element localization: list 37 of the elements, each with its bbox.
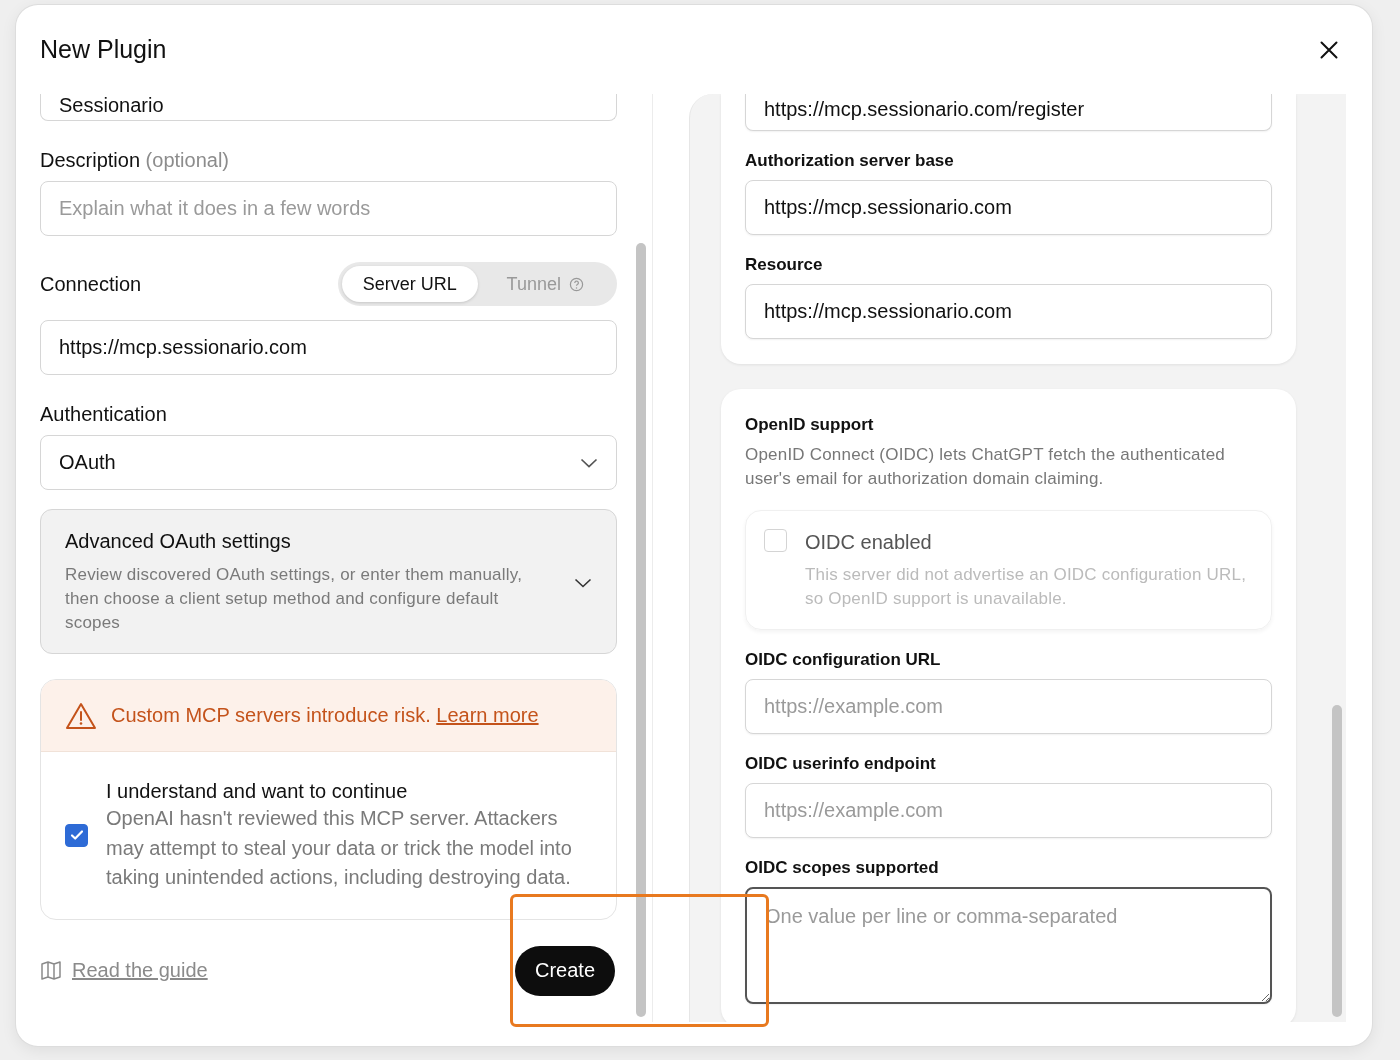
option-label: OIDC enabled — [805, 530, 933, 555]
checkbox[interactable] — [65, 823, 88, 847]
warning-text: Custom MCP servers introduce risk. Learn more — [111, 704, 539, 727]
field-label: Authorization server base — [745, 151, 955, 171]
field-label: Authentication — [40, 402, 168, 426]
create-button[interactable]: Create — [515, 945, 615, 996]
dialog-title: New Plugin — [40, 35, 167, 64]
authentication-dropdown[interactable]: OAuth — [40, 435, 617, 490]
consent-title: I understand and want to continue — [106, 779, 409, 804]
section-description: OpenID Connect (OIDC) lets ChatGPT fetch the authenticated user's email for authorization domain claiming. — [745, 444, 1226, 490]
panel-description: Review discovered OAuth settings, or enter them manually, then choose a client setup method and configure default scopes — [65, 564, 524, 634]
warning-icon — [65, 701, 97, 730]
consent-description: OpenAI hasn't reviewed this MCP server. Attackers may attempt to steal your data or trick the model into taking unintended actions, including destroying data. — [106, 806, 573, 891]
field-label: Connection — [40, 272, 142, 296]
connection-tab[interactable]: Server URL — [342, 266, 478, 302]
field-label: OIDC configuration URL — [745, 650, 942, 670]
name-field[interactable]: Sessionario — [40, 94, 617, 121]
url-field[interactable]: https://example.com — [745, 783, 1272, 838]
url-field[interactable]: https://mcp.sessionario.com — [745, 180, 1272, 235]
panel-title: Advanced OAuth settings — [65, 530, 292, 553]
help-icon — [568, 276, 584, 292]
field-label: OIDC userinfo endpoint — [745, 754, 937, 774]
url-field[interactable]: https://mcp.sessionario.com/register — [745, 94, 1272, 131]
advanced-settings-panel[interactable]: Advanced OAuth settings Review discovered OAuth settings, or enter them manually, then choose a client setup method and configure default scopes — [40, 509, 617, 654]
chevron-down-icon — [580, 457, 598, 468]
option-description: This server did not advertise an OIDC configuration URL, so OpenID support is unavailable. — [805, 564, 1248, 610]
field-label: Description (optional) — [40, 148, 230, 172]
close-icon — [1320, 40, 1338, 59]
book-icon — [40, 960, 62, 981]
description-field[interactable]: Explain what it does in a few words — [40, 181, 617, 236]
url-field[interactable]: https://example.com — [745, 679, 1272, 734]
server-url-field[interactable]: https://mcp.sessionario.com — [40, 320, 617, 375]
learn-more-link[interactable]: Learn more — [436, 704, 539, 726]
section-title: OpenID support — [745, 415, 875, 435]
field-label: OIDC scopes supported — [745, 858, 940, 878]
field-label: Resource — [745, 255, 824, 275]
url-field[interactable]: https://mcp.sessionario.com — [745, 284, 1272, 339]
